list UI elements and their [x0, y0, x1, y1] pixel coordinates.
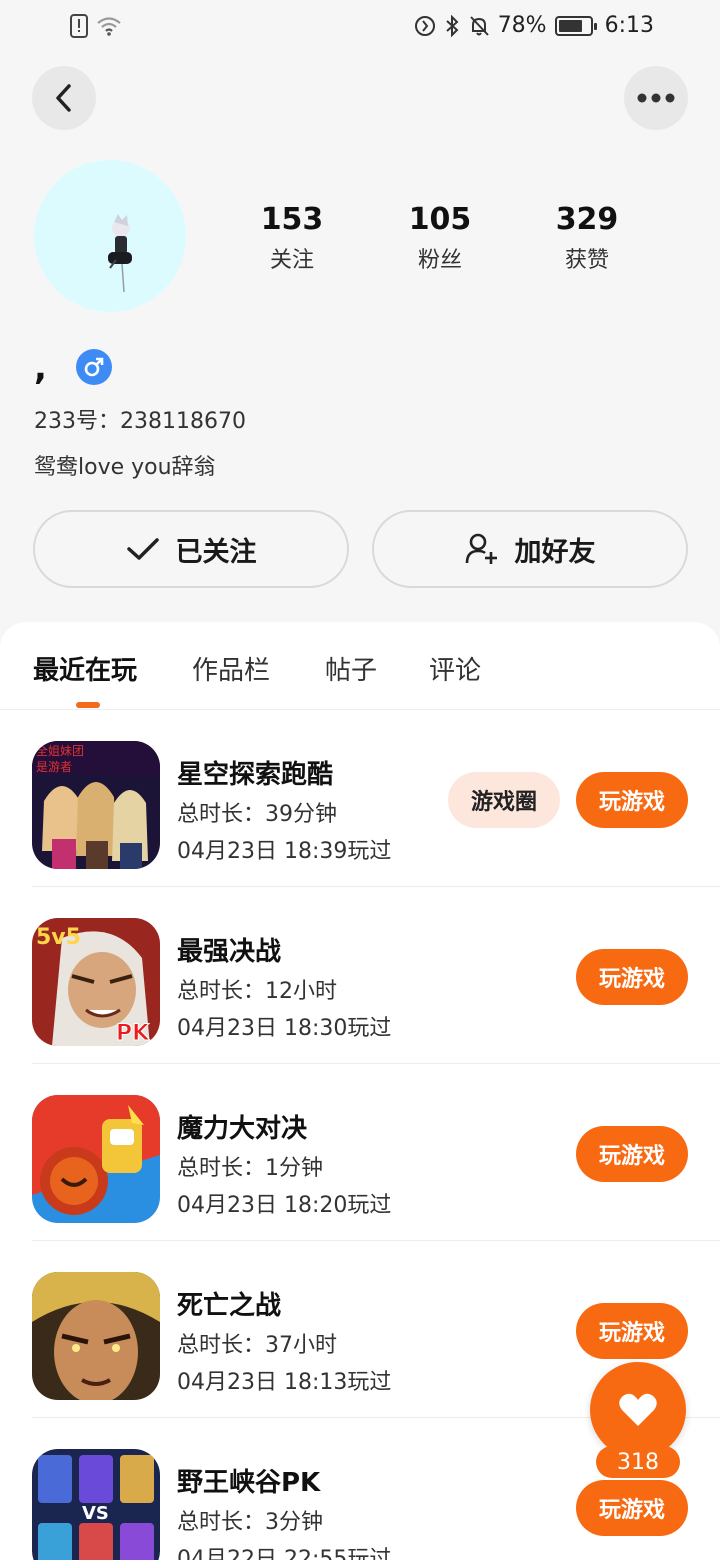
- game-icon[interactable]: VS: [32, 1449, 160, 1560]
- more-button[interactable]: [624, 66, 688, 130]
- battery-icon: [554, 15, 597, 36]
- game-name: 魔力大对决: [177, 1114, 308, 1144]
- tab-indicator: [76, 702, 100, 708]
- data-saver-icon: [414, 15, 435, 36]
- status-right: 78% 6:13: [414, 13, 654, 38]
- wifi-icon: [97, 17, 121, 36]
- chevron-left-icon: [56, 84, 71, 112]
- stat-followers[interactable]: 105 粉丝: [365, 200, 515, 274]
- play-game-button[interactable]: 玩游戏: [576, 949, 688, 1005]
- back-button[interactable]: [32, 66, 96, 130]
- game-icon[interactable]: 全姐妹团 是游者: [32, 741, 160, 869]
- play-game-button[interactable]: 玩游戏: [576, 772, 688, 828]
- game-last-played: 04月23日 18:13玩过: [177, 1370, 392, 1395]
- stat-label: 粉丝: [417, 248, 462, 273]
- svg-text:是游者: 是游者: [36, 760, 72, 774]
- game-row[interactable]: 5v5 PK 最强决战 总时长：12小时 04月23日 18:30玩过 玩游戏: [32, 887, 720, 1064]
- like-button[interactable]: [590, 1362, 686, 1458]
- status-bar: 78% 6:13: [0, 0, 720, 56]
- checkmark-icon: [126, 538, 159, 560]
- status-left: [70, 14, 122, 38]
- svg-text:VS: VS: [82, 1503, 109, 1524]
- play-game-button[interactable]: 玩游戏: [576, 1126, 688, 1182]
- mute-bell-icon: [469, 15, 489, 36]
- avatar[interactable]: [34, 160, 186, 312]
- game-name: 最强决战: [177, 937, 282, 967]
- bio: 鸳鸯love you辞翁: [34, 455, 216, 480]
- game-duration: 总时长：12小时: [177, 979, 337, 1004]
- svg-text:PK: PK: [116, 1021, 150, 1046]
- bluetooth-icon: [446, 14, 459, 37]
- game-icon[interactable]: 5v5 PK: [32, 918, 160, 1046]
- game-icon[interactable]: [32, 1095, 160, 1223]
- alert-icon: [70, 14, 88, 38]
- svg-text:5v5: 5v5: [36, 925, 81, 950]
- game-last-played: 04月23日 18:30玩过: [177, 1016, 392, 1041]
- game-circle-button[interactable]: 游戏圈: [448, 772, 560, 828]
- game-duration: 总时长：37小时: [177, 1333, 337, 1358]
- tab-works[interactable]: 作品栏: [192, 650, 270, 687]
- stat-likes[interactable]: 329 获赞: [512, 200, 662, 274]
- game-duration: 总时长：3分钟: [177, 1510, 323, 1535]
- tab-comments[interactable]: 评论: [429, 650, 481, 687]
- stat-following[interactable]: 153 关注: [217, 200, 367, 274]
- male-icon: [76, 349, 112, 385]
- game-name: 星空探索跑酷: [177, 760, 334, 790]
- game-last-played: 04月23日 18:39玩过: [177, 839, 392, 864]
- add-user-icon: [465, 533, 497, 564]
- heart-icon: [619, 1393, 657, 1426]
- user-id: 233号：238118670: [34, 409, 246, 434]
- add-friend-label: 加好友: [514, 536, 596, 568]
- play-game-button[interactable]: 玩游戏: [576, 1480, 688, 1536]
- game-icon[interactable]: [32, 1272, 160, 1400]
- tab-posts[interactable]: 帖子: [325, 650, 377, 687]
- clock: 6:13: [604, 13, 654, 38]
- nickname: ,: [34, 348, 47, 388]
- game-name: 野王峡谷PK: [177, 1468, 321, 1498]
- tab-bar: 最近在玩 作品栏 帖子 评论: [0, 622, 720, 710]
- game-last-played: 04月22日 22:55玩过: [177, 1547, 392, 1560]
- game-name: 死亡之战: [177, 1291, 282, 1321]
- play-game-button[interactable]: 玩游戏: [576, 1303, 688, 1359]
- like-count: 318: [596, 1446, 680, 1478]
- stat-value: 105: [408, 202, 472, 237]
- more-dots-icon: [637, 93, 675, 103]
- stat-label: 关注: [269, 248, 314, 273]
- game-row[interactable]: 魔力大对决 总时长：1分钟 04月23日 18:20玩过 玩游戏: [32, 1064, 720, 1241]
- battery-level: [558, 19, 582, 32]
- add-friend-button[interactable]: 加好友: [372, 510, 688, 588]
- game-row[interactable]: 全姐妹团 是游者 星空探索跑酷 总时长：39分钟 04月23日 18:39玩过 …: [32, 710, 720, 887]
- game-duration: 总时长：1分钟: [177, 1156, 323, 1181]
- svg-text:全姐妹团: 全姐妹团: [36, 743, 84, 758]
- game-last-played: 04月23日 18:20玩过: [177, 1193, 392, 1218]
- avatar-figure: [108, 214, 132, 293]
- followed-label: 已关注: [175, 536, 257, 568]
- tab-recently-played[interactable]: 最近在玩: [33, 650, 137, 687]
- stat-label: 获赞: [564, 248, 609, 273]
- game-duration: 总时长：39分钟: [177, 802, 337, 827]
- battery-percent: 78%: [497, 13, 547, 38]
- followed-button[interactable]: 已关注: [33, 510, 349, 588]
- stat-value: 153: [260, 202, 324, 237]
- stat-value: 329: [555, 202, 619, 237]
